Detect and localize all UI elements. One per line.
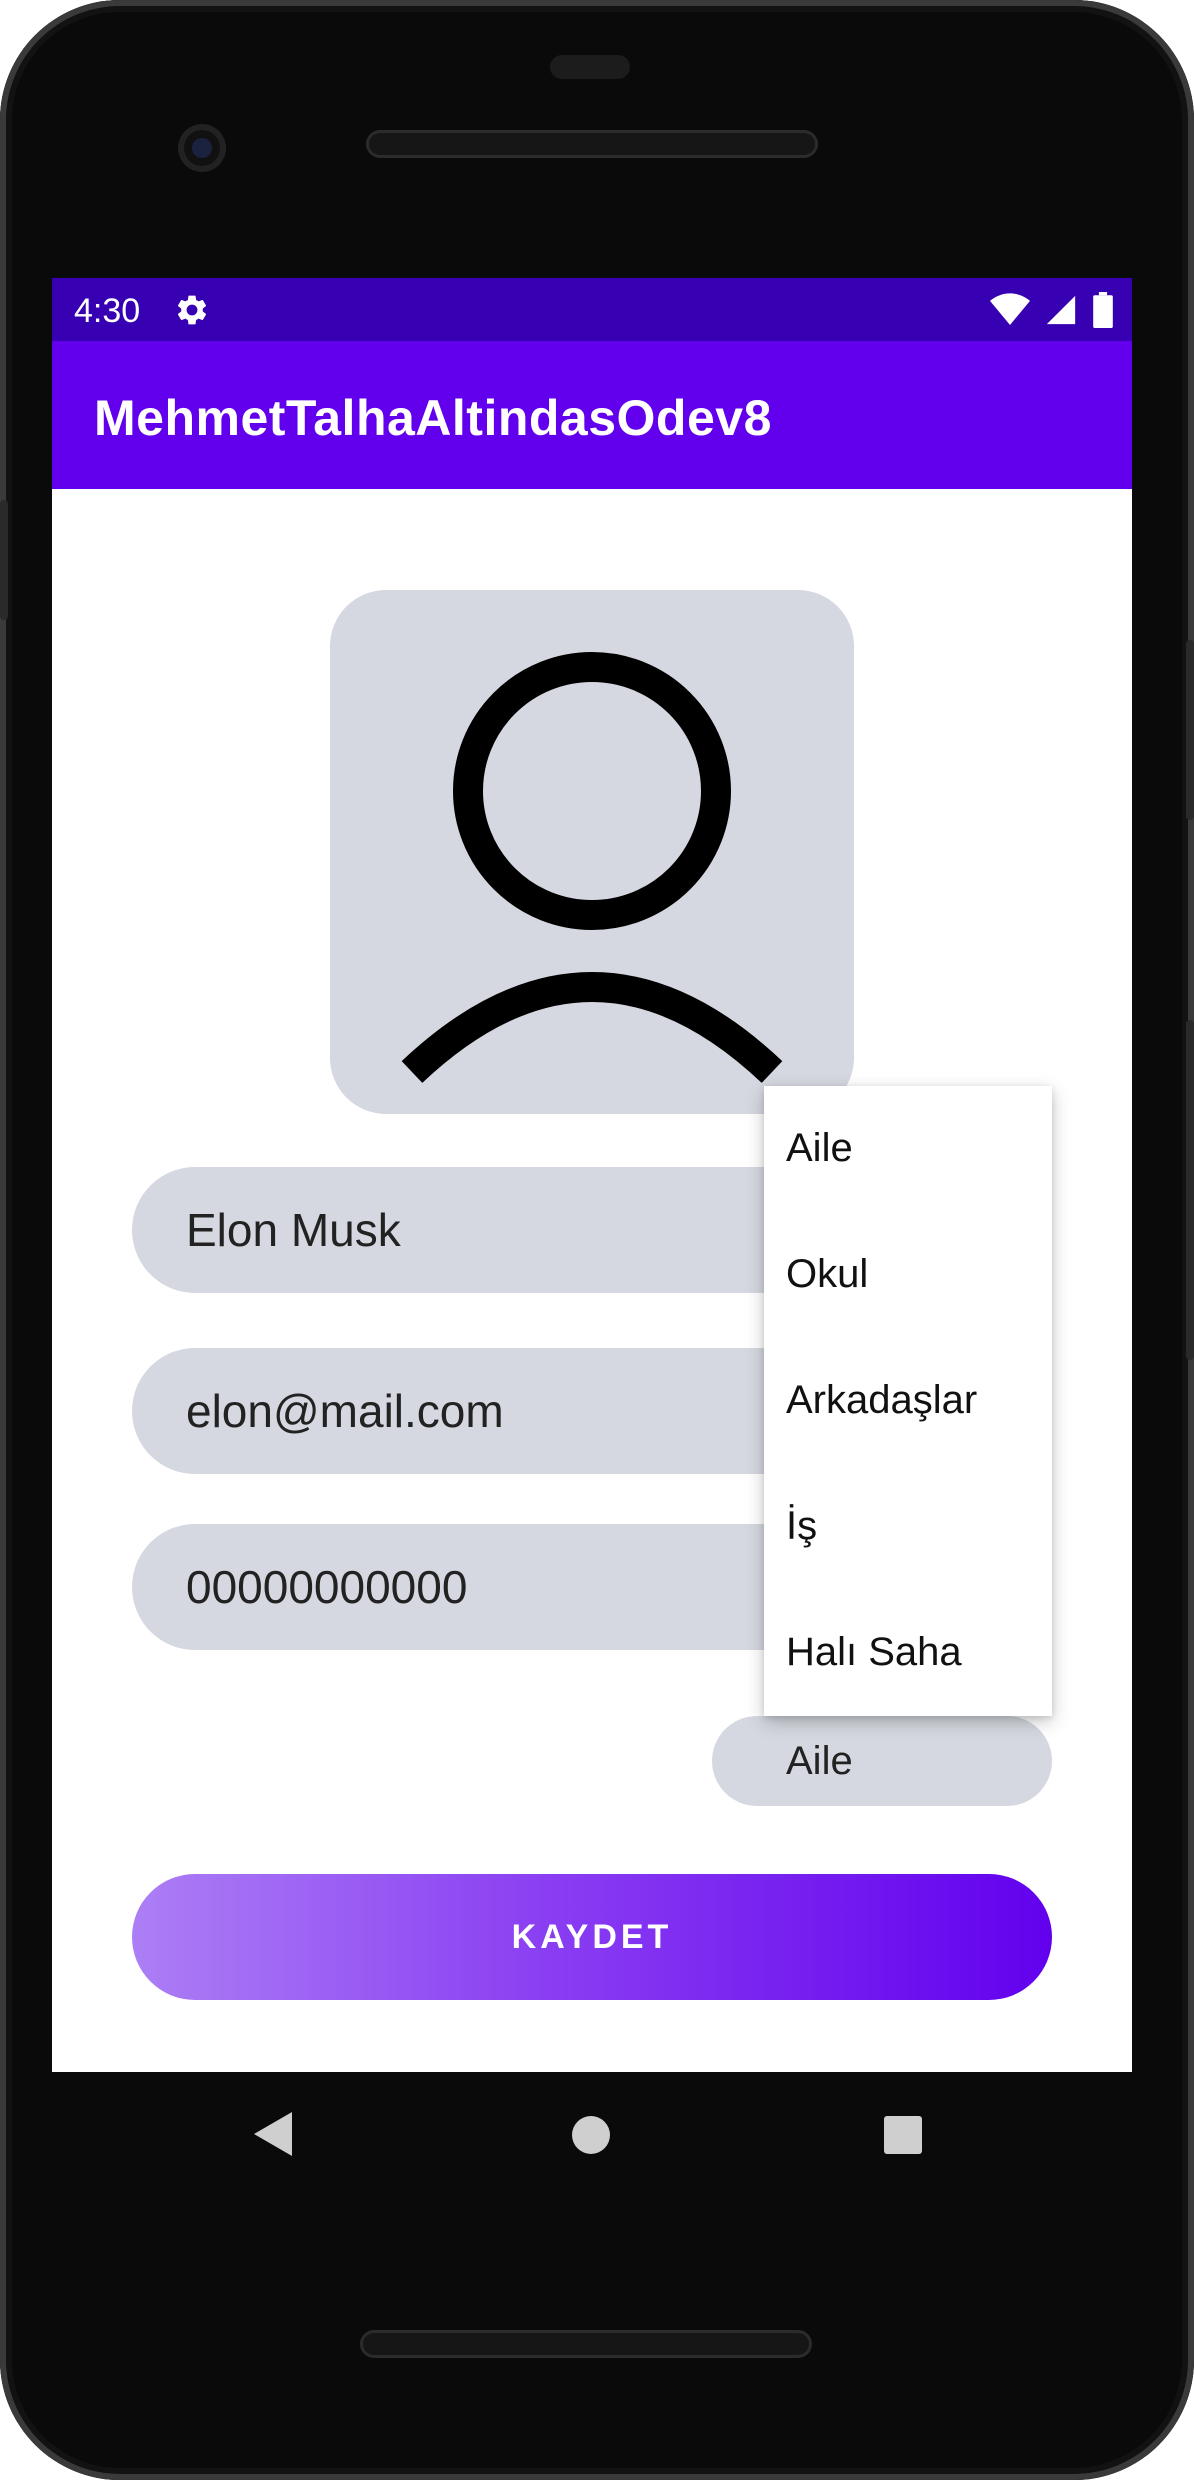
battery-icon <box>1093 292 1113 328</box>
app-title: MehmetTalhaAltindasOdev8 <box>94 390 772 446</box>
home-icon[interactable] <box>572 2116 610 2154</box>
group-spinner[interactable]: Aile <box>712 1716 1052 1806</box>
volume-button <box>1186 1020 1194 1360</box>
top-speaker <box>366 130 818 158</box>
dropdown-item-arkadaslar[interactable]: Arkadaşlar <box>786 1378 977 1423</box>
bottom-speaker <box>360 2330 812 2358</box>
side-button-left <box>0 500 8 620</box>
recents-icon[interactable] <box>884 2116 922 2154</box>
front-camera-icon <box>178 124 226 172</box>
dropdown-item-hali-saha[interactable]: Halı Saha <box>786 1630 962 1675</box>
dropdown-item-okul[interactable]: Okul <box>786 1252 868 1297</box>
save-button[interactable]: KAYDET <box>132 1874 1052 2000</box>
gear-icon <box>177 295 207 325</box>
wifi-icon <box>990 293 1030 325</box>
dropdown-item-is[interactable]: İş <box>786 1504 817 1549</box>
earpiece <box>550 55 630 79</box>
signal-icon <box>1046 295 1076 325</box>
status-bar: 4:30 <box>52 278 1132 341</box>
phone-frame: 4:30 MehmetTalhaAltindasOdev8 Elon Musk … <box>0 0 1194 2480</box>
status-time: 4:30 <box>74 292 141 330</box>
avatar-image[interactable] <box>330 590 854 1114</box>
screen: 4:30 MehmetTalhaAltindasOdev8 Elon Musk … <box>52 278 1132 2072</box>
power-button <box>1186 640 1194 820</box>
back-icon[interactable] <box>254 2112 292 2156</box>
app-bar: MehmetTalhaAltindasOdev8 <box>52 341 1132 489</box>
status-icons <box>990 292 1114 328</box>
dropdown-item-aile[interactable]: Aile <box>786 1126 853 1171</box>
person-icon <box>401 652 783 1083</box>
group-dropdown-menu: Aile Okul Arkadaşlar İş Halı Saha <box>764 1086 1052 1716</box>
